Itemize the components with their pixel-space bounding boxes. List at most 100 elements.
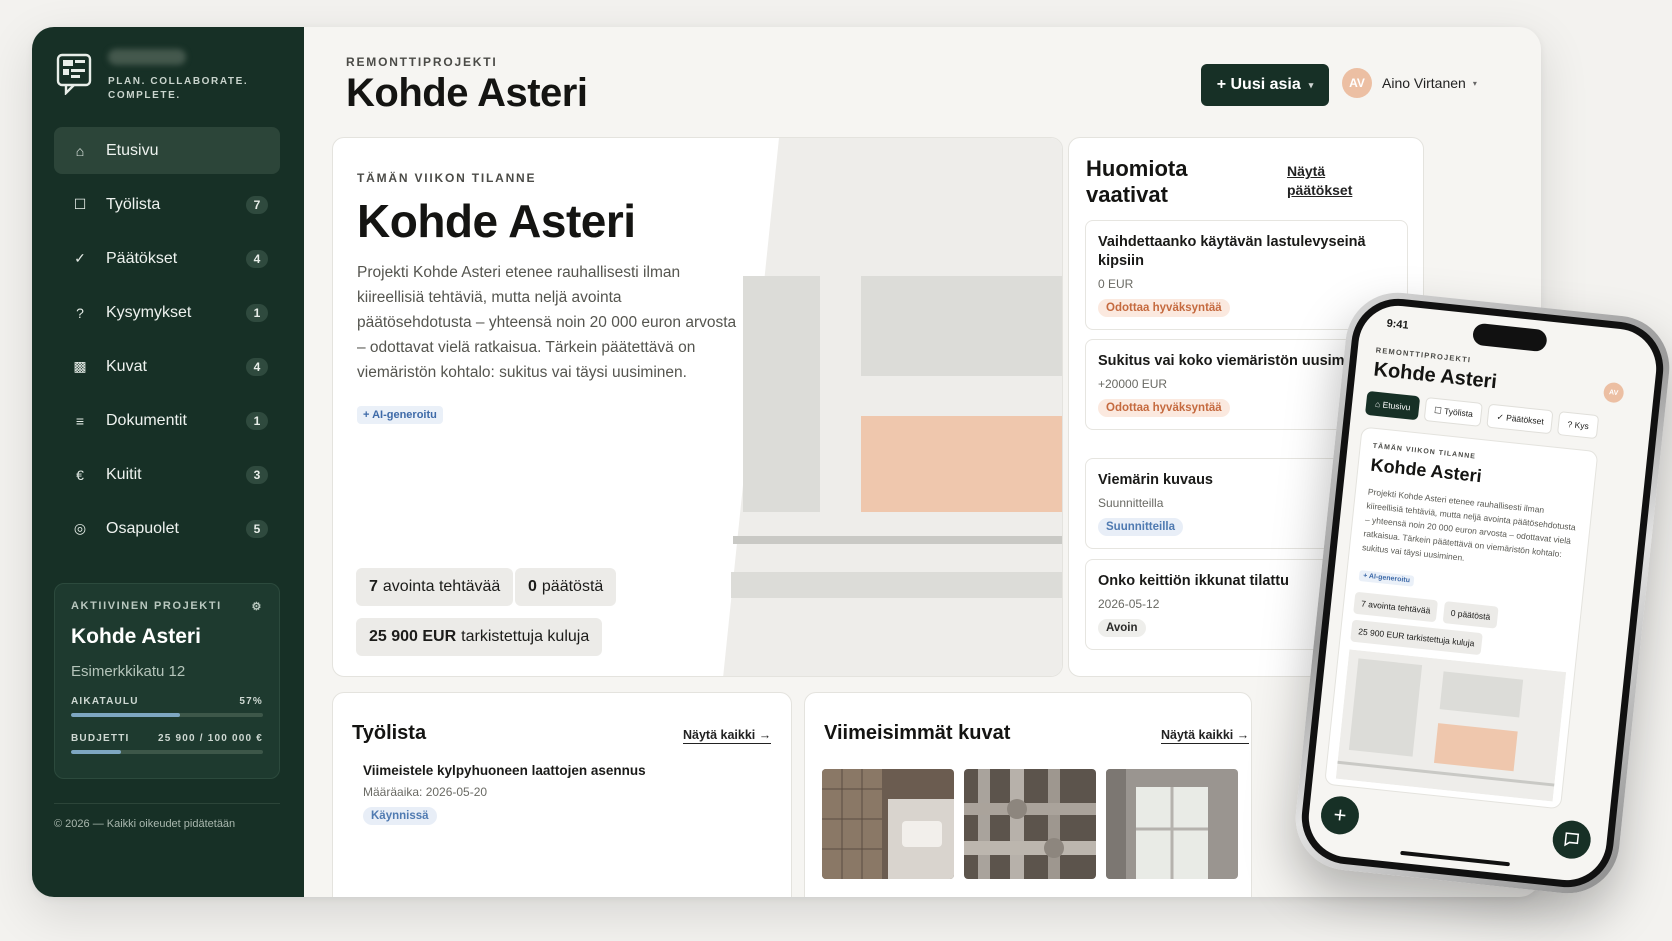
card-title: Vaihdettaanko käytävän lastulevyseinä ki…: [1098, 234, 1366, 269]
count-badge: 7: [246, 195, 268, 214]
count-badge: 3: [246, 465, 268, 484]
status-badge: Odottaa hyväksyntää: [1098, 399, 1230, 417]
sidebar-item-osapuolet[interactable]: ◎ Osapuolet 5: [54, 505, 280, 552]
status-badge: Avoin: [1098, 619, 1146, 637]
sidebar: PLAN. COLLABORATE. COMPLETE. ⌂ Etusivu ☐ Ty…: [32, 27, 304, 897]
status-badge: Käynnissä: [363, 807, 437, 825]
image-icon: ▩: [73, 358, 87, 374]
sidebar-item-dokumentit[interactable]: ≡ Dokumentit 1: [54, 397, 280, 444]
sidebar-item-label: Työlista: [106, 195, 161, 213]
user-name: Aino Virtanen: [1382, 75, 1466, 91]
count-badge: 1: [246, 411, 268, 430]
chat-button[interactable]: [1550, 818, 1593, 861]
chat-icon: [1564, 832, 1580, 847]
phone-clock: 9:41: [1386, 317, 1410, 332]
chip-label: avointa tehtävää: [382, 578, 501, 595]
budget-value: 25 900 / 100 000 €: [157, 733, 263, 744]
open-tasks-chip[interactable]: 7 avointa tehtävää: [1353, 591, 1439, 623]
list-item[interactable]: Viimeistele kylpyhuoneen laattojen asenn…: [363, 763, 763, 825]
chevron-down-icon: ▾: [1472, 78, 1477, 88]
tagline: PLAN. COLLABORATE. COMPLETE.: [108, 76, 249, 101]
home-indicator: [1399, 850, 1510, 867]
chip-value: 25 900 EUR: [369, 628, 457, 645]
hero-title: Kohde Asteri: [357, 195, 636, 247]
active-project-heading: AKTIIVINEN PROJEKTI: [71, 600, 222, 612]
phone-card-description: Projekti Kohde Asteri etenee rauhallises…: [1361, 486, 1577, 563]
worklist-show-all-link[interactable]: Näytä kaikki →: [683, 728, 772, 744]
tab-tyolista[interactable]: ☐ Työlista: [1424, 397, 1484, 427]
count-badge: 4: [246, 357, 268, 376]
phone-status-card: TÄMÄN VIIKON TILANNE Kohde Asteri Projek…: [1324, 426, 1599, 810]
worklist-title: Työlista: [352, 722, 427, 744]
new-item-label: + Uusi asia: [1216, 76, 1301, 93]
sidebar-item-p-t-kset[interactable]: ✓ Päätökset 4: [54, 235, 280, 282]
floorplan-illustration: [723, 138, 1062, 676]
budget-label: BUDJETTI: [71, 733, 130, 744]
add-button[interactable]: +: [1319, 794, 1361, 837]
chip-label: päätöstä: [541, 578, 604, 595]
sidebar-item-label: Kysymykset: [106, 303, 192, 321]
attention-title: Huomiota vaativat: [1086, 156, 1188, 207]
schedule-value: 57%: [239, 696, 263, 707]
task-title: Viimeistele kylpyhuoneen laattojen asenn…: [363, 763, 646, 778]
copyright: © 2026 — Kaikki oikeudet pidätetään: [54, 803, 280, 830]
sidebar-item-label: Etusivu: [106, 141, 159, 159]
sidebar-item-ty-lista[interactable]: ☐ Työlista 7: [54, 181, 280, 228]
plus-icon: +: [1332, 801, 1348, 828]
schedule-label: AIKATAULU: [71, 696, 139, 707]
page-title: Kohde Asteri: [346, 71, 588, 115]
count-badge: 5: [246, 519, 268, 538]
decisions-chip[interactable]: 0 päätöstä: [515, 568, 617, 606]
ai-generated-badge: + AI-generoitu: [357, 406, 443, 424]
decisions-chip[interactable]: 0 päätöstä: [1442, 601, 1499, 629]
phone-mockup: 9:41 REMONTTIPROJEKTI Kohde Asteri AV ⌂ …: [1290, 287, 1672, 899]
page-eyebrow: REMONTTIPROJEKTI: [346, 55, 498, 69]
task-due: Määräaika: 2026-05-20: [363, 785, 488, 799]
sidebar-item-label: Dokumentit: [106, 411, 187, 429]
show-decisions-link[interactable]: Näytä päätökset: [1287, 162, 1377, 200]
tab-label: Työlista: [1443, 406, 1474, 419]
tab-label: Päätökset: [1505, 412, 1545, 427]
tab-label: Etusivu: [1382, 399, 1411, 413]
sidebar-item-kysymykset[interactable]: ? Kysymykset 1: [54, 289, 280, 336]
euro-icon: €: [76, 466, 84, 483]
active-project-name: Kohde Asteri: [71, 625, 201, 648]
tab-etusivu[interactable]: ⌂ Etusivu: [1364, 390, 1421, 421]
active-project-address: Esimerkkikatu 12: [71, 663, 186, 680]
costs-chip[interactable]: 25 900 EUR tarkistettuja kuluja: [356, 618, 603, 656]
home-icon: ⌂: [75, 142, 85, 159]
photos-title: Viimeisimmät kuvat: [824, 722, 1011, 744]
photos-show-all-link[interactable]: Näytä kaikki →: [1161, 728, 1250, 744]
question-icon: ?: [76, 304, 84, 321]
sidebar-item-kuvat[interactable]: ▩ Kuvat 4: [54, 343, 280, 390]
chip-value: 0: [528, 578, 537, 595]
count-badge: 4: [246, 249, 268, 268]
chevron-down-icon: ▾: [1308, 79, 1314, 90]
tab-label: Kys: [1574, 419, 1590, 432]
sidebar-item-label: Kuvat: [106, 357, 147, 375]
tab-kysymykset[interactable]: ? Kys: [1557, 411, 1599, 440]
avatar[interactable]: AV: [1602, 381, 1625, 404]
sidebar-item-kuitit[interactable]: € Kuitit 3: [54, 451, 280, 498]
sidebar-item-etusivu[interactable]: ⌂ Etusivu: [54, 127, 280, 174]
brand-name: [108, 49, 186, 65]
check-icon: ✓: [74, 250, 86, 266]
floorplan-illustration: [1335, 649, 1567, 802]
sidebar-item-label: Osapuolet: [106, 519, 179, 537]
worklist-panel: Työlista Näytä kaikki → Viimeistele kylp…: [332, 692, 792, 897]
user-menu[interactable]: AV Aino Virtanen ▾: [1342, 68, 1477, 98]
new-item-button[interactable]: + Uusi asia ▾: [1201, 64, 1329, 106]
tab-paatokset[interactable]: ✓ Päätökset: [1486, 403, 1554, 435]
people-icon: ◎: [73, 520, 87, 536]
schedule-progress-bar: [71, 713, 181, 717]
sidebar-item-label: Kuitit: [106, 465, 142, 483]
hero-eyebrow: TÄMÄN VIIKON TILANNE: [357, 171, 537, 185]
phone-screen: 9:41 REMONTTIPROJEKTI Kohde Asteri AV ⌂ …: [1304, 301, 1661, 885]
open-tasks-chip[interactable]: 7 avointa tehtävää: [356, 568, 514, 606]
photo-thumbnail[interactable]: [964, 769, 1096, 879]
status-badge: Suunnitteilla: [1098, 518, 1183, 536]
photo-thumbnail[interactable]: [1106, 769, 1238, 879]
logo-icon: [56, 53, 92, 95]
photo-thumbnail[interactable]: [822, 769, 954, 879]
settings-icon[interactable]: ⚙: [252, 600, 263, 613]
